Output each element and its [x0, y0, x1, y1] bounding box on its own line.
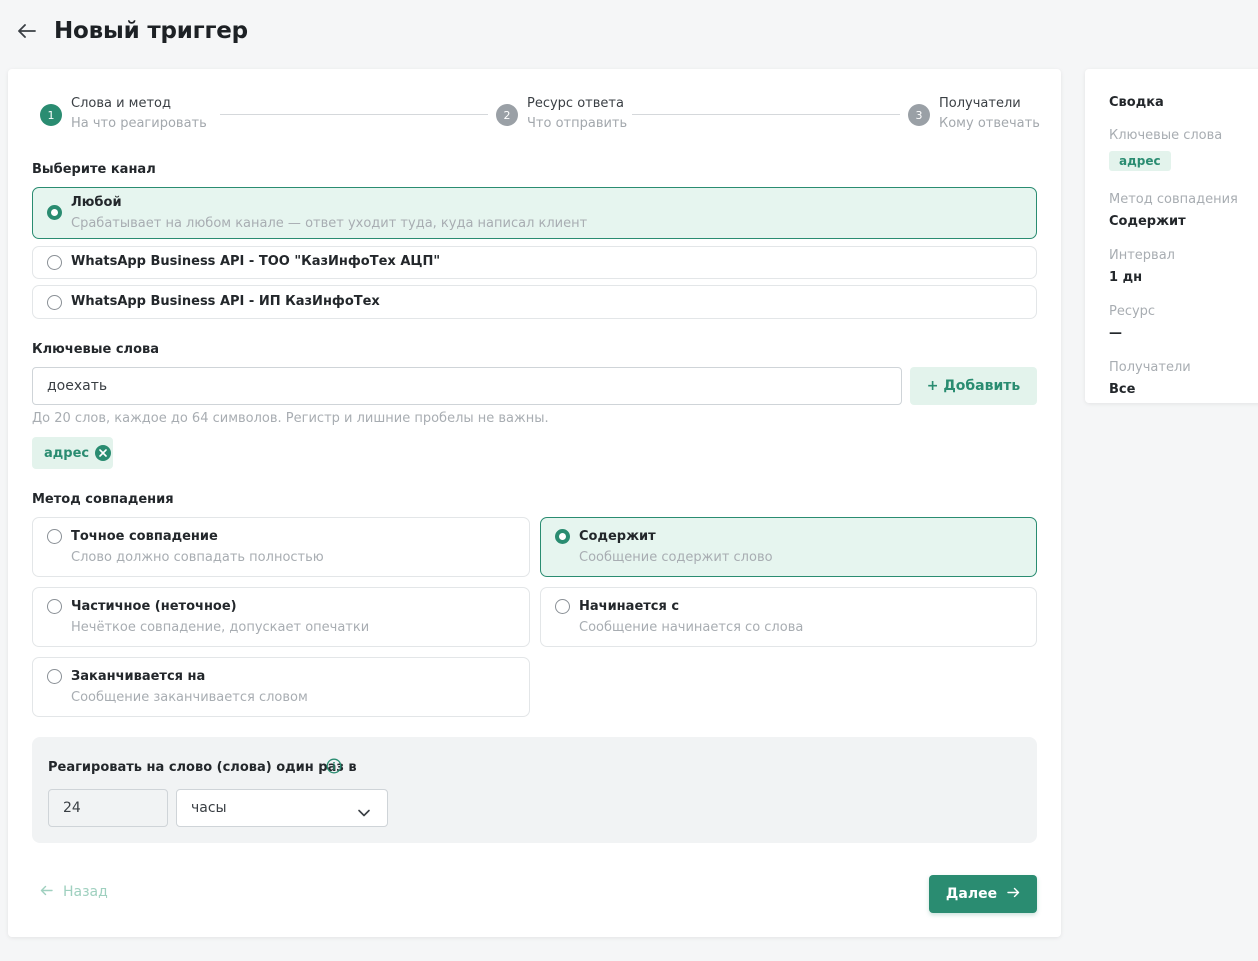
step-3-title: Получатели: [939, 96, 1021, 111]
radio-selected[interactable]: [47, 205, 62, 220]
summary-interval-value: 1 дн: [1109, 270, 1143, 285]
channel-option-whatsapp-ip[interactable]: WhatsApp Business API - ИП КазИнфоТех: [32, 285, 1037, 319]
option-subtitle: Сообщение начинается со слова: [579, 620, 804, 635]
radio[interactable]: [47, 599, 62, 614]
interval-box: Реагировать на слово (слова) один раз в …: [32, 737, 1037, 843]
interval-number-input[interactable]: [48, 789, 168, 827]
back-button[interactable]: Назад: [40, 884, 108, 900]
step-2-number: 2: [496, 104, 518, 126]
step-3-subtitle: Кому отвечать: [939, 116, 1040, 131]
match-option-contains[interactable]: Содержит Сообщение содержит слово: [540, 517, 1037, 577]
radio[interactable]: [47, 669, 62, 684]
keyword-input[interactable]: [32, 367, 902, 405]
option-title: Начинается с: [579, 599, 680, 614]
chevron-down-icon: [357, 803, 371, 817]
radio[interactable]: [47, 295, 62, 310]
page-title: Новый триггер: [54, 18, 248, 44]
option-title: WhatsApp Business API - ТОО "КазИнфоТех …: [71, 254, 441, 269]
interval-unit-select[interactable]: часы: [176, 789, 388, 827]
stepper: 1 Слова и метод На что реагировать 2 Рес…: [40, 95, 1040, 135]
radio[interactable]: [47, 529, 62, 544]
step-connector: [220, 114, 488, 115]
arrow-left-icon: [40, 884, 53, 900]
option-title: Точное совпадение: [71, 529, 218, 544]
summary-resource-label: Ресурс: [1109, 304, 1156, 319]
keyword-chip-label: адрес: [44, 445, 90, 461]
close-icon[interactable]: [95, 445, 112, 461]
option-title: WhatsApp Business API - ИП КазИнфоТех: [71, 294, 380, 309]
keyword-chip: адрес: [32, 437, 113, 469]
keywords-hint: До 20 слов, каждое до 64 символов. Регис…: [32, 411, 549, 426]
keywords-label: Ключевые слова: [32, 342, 160, 357]
summary-method-value: Содержит: [1109, 214, 1186, 229]
option-title: Любой: [71, 195, 122, 210]
summary-keywords-label: Ключевые слова: [1109, 128, 1223, 143]
summary-title: Сводка: [1109, 95, 1164, 110]
channel-option-whatsapp-too[interactable]: WhatsApp Business API - ТОО "КазИнфоТех …: [32, 246, 1037, 279]
step-2[interactable]: 2 Ресурс ответа Что отправить: [496, 95, 627, 134]
channel-option-any[interactable]: Любой Срабатывает на любом канале — отве…: [32, 187, 1037, 239]
channel-label: Выберите канал: [32, 162, 156, 177]
page-header: Новый триггер: [18, 14, 248, 48]
match-option-fuzzy[interactable]: Частичное (неточное) Нечёткое совпадение…: [32, 587, 530, 647]
option-title: Частичное (неточное): [71, 599, 237, 614]
interval-unit-value: часы: [191, 800, 227, 816]
radio[interactable]: [47, 255, 62, 270]
step-1-subtitle: На что реагировать: [71, 116, 207, 131]
step-2-subtitle: Что отправить: [527, 116, 628, 131]
add-keyword-button[interactable]: + Добавить: [910, 367, 1037, 405]
summary-resource-value: —: [1109, 326, 1122, 341]
match-option-ends-with[interactable]: Заканчивается на Сообщение заканчивается…: [32, 657, 530, 717]
summary-method-label: Метод совпадения: [1109, 192, 1238, 207]
option-title: Содержит: [579, 529, 656, 544]
step-2-title: Ресурс ответа: [527, 96, 624, 111]
step-1-number: 1: [40, 104, 62, 126]
step-3-number: 3: [908, 104, 930, 126]
summary-card: Сводка Ключевые слова адрес Метод совпад…: [1085, 69, 1258, 403]
match-option-starts-with[interactable]: Начинается с Сообщение начинается со сло…: [540, 587, 1037, 647]
trigger-form-card: 1 Слова и метод На что реагировать 2 Рес…: [8, 69, 1061, 937]
step-1[interactable]: 1 Слова и метод На что реагировать: [40, 95, 207, 134]
back-arrow-icon[interactable]: [18, 21, 38, 41]
step-1-title: Слова и метод: [71, 96, 172, 111]
option-subtitle: Срабатывает на любом канале — ответ уход…: [71, 216, 588, 231]
option-subtitle: Нечёткое совпадение, допускает опечатки: [71, 620, 370, 635]
match-option-exact[interactable]: Точное совпадение Слово должно совпадать…: [32, 517, 530, 577]
summary-keyword-chip: адрес: [1109, 151, 1171, 171]
step-3[interactable]: 3 Получатели Кому отвечать: [908, 95, 1040, 134]
match-method-label: Метод совпадения: [32, 492, 174, 507]
next-button[interactable]: Далее: [929, 875, 1037, 913]
interval-label: Реагировать на слово (слова) один раз в: [48, 760, 357, 775]
option-subtitle: Сообщение содержит слово: [579, 550, 773, 565]
back-button-label: Назад: [63, 884, 108, 900]
option-subtitle: Сообщение заканчивается словом: [71, 690, 308, 705]
radio[interactable]: [555, 599, 570, 614]
arrow-right-icon: [1007, 886, 1020, 902]
step-connector: [632, 114, 900, 115]
info-icon[interactable]: [326, 758, 342, 774]
radio-selected[interactable]: [555, 529, 570, 544]
summary-recipients-value: Все: [1109, 382, 1136, 397]
option-subtitle: Слово должно совпадать полностью: [71, 550, 324, 565]
summary-recipients-label: Получатели: [1109, 360, 1191, 375]
option-title: Заканчивается на: [71, 669, 206, 684]
next-button-label: Далее: [945, 886, 998, 902]
summary-interval-label: Интервал: [1109, 248, 1175, 263]
